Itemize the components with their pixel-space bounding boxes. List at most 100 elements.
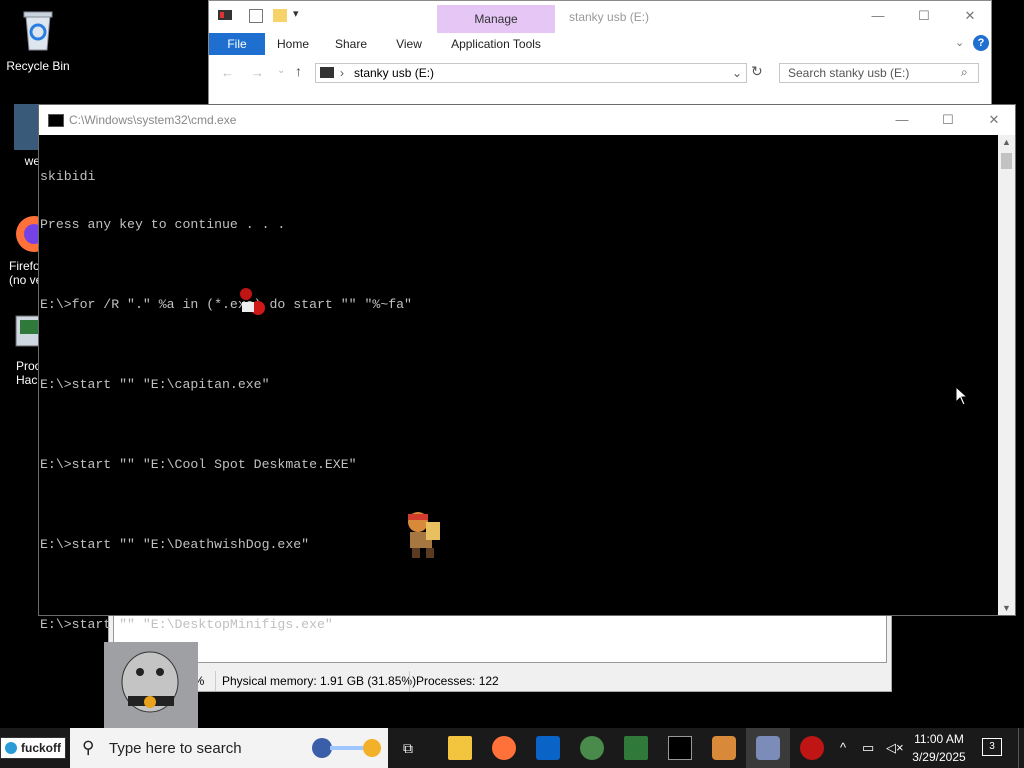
process-hacker-icon bbox=[15, 315, 40, 347]
desktop-icon-recycle-bin[interactable]: Recycle Bin bbox=[0, 8, 76, 73]
bulldog-icon bbox=[756, 736, 780, 760]
maximize-button[interactable]: ☐ bbox=[901, 1, 947, 31]
taskbar: fuckoff ⚲ Type here to search ⧉ ^ ▭ ◁× 1… bbox=[0, 728, 1024, 768]
vertical-scrollbar[interactable]: ▲ ▼ bbox=[998, 135, 1015, 615]
properties-icon[interactable] bbox=[249, 9, 263, 23]
explorer-titlebar[interactable]: ▾ Manage stanky usb (E:) — ☐ ✕ bbox=[209, 1, 991, 33]
firefox-icon bbox=[492, 736, 516, 760]
bulldog-deskmate-sprite[interactable] bbox=[104, 642, 198, 728]
up-arrow-icon[interactable]: ↑ bbox=[295, 63, 302, 79]
search-highlight-icon[interactable] bbox=[310, 736, 384, 760]
task-manager-statusbar: 6% Physical memory: 1.91 GB (31.85%) Pro… bbox=[109, 671, 891, 691]
show-desktop-button[interactable] bbox=[1018, 728, 1024, 768]
cmd-title: C:\Windows\system32\cmd.exe bbox=[69, 113, 237, 127]
usb-drive-icon bbox=[218, 10, 232, 20]
search-icon: ⚲ bbox=[82, 738, 95, 757]
scroll-up-icon[interactable]: ▲ bbox=[1002, 137, 1011, 147]
taskbar-app-capitan[interactable] bbox=[702, 728, 746, 768]
help-icon[interactable]: ? bbox=[973, 35, 989, 51]
clock-time: 11:00 AM bbox=[914, 732, 964, 746]
taskbar-app-outlook[interactable] bbox=[526, 728, 570, 768]
taskbar-app-red-devil[interactable] bbox=[790, 728, 834, 768]
explorer-title: stanky usb (E:) bbox=[569, 10, 650, 24]
taskbar-app-bulldog[interactable] bbox=[746, 728, 790, 768]
desktop-icon-label: we bbox=[24, 154, 40, 168]
capitan-sprite[interactable] bbox=[400, 508, 446, 560]
search-placeholder: Type here to search bbox=[109, 740, 242, 757]
tab-view[interactable]: View bbox=[389, 33, 429, 55]
desktop-icon-we[interactable]: we bbox=[0, 104, 40, 168]
folder-icon bbox=[448, 736, 472, 760]
tab-file[interactable]: File bbox=[209, 33, 265, 55]
desktop-icon-label: Recycle Bin bbox=[6, 59, 70, 73]
start-button[interactable]: fuckoff bbox=[0, 737, 66, 759]
tab-application-tools[interactable]: Application Tools bbox=[445, 33, 547, 55]
desktop-icon-label: Firefo (no ve bbox=[9, 259, 40, 287]
red-devil-icon bbox=[800, 736, 824, 760]
outlook-icon bbox=[536, 736, 560, 760]
maximize-button[interactable]: ☐ bbox=[925, 105, 971, 135]
console-line: E:\>start "" "E:\capitan.exe" bbox=[40, 377, 270, 392]
close-button[interactable]: ✕ bbox=[947, 1, 993, 31]
forward-arrow-icon[interactable]: → bbox=[251, 65, 264, 80]
console-line: skibidi bbox=[40, 169, 96, 184]
cmd-titlebar[interactable]: C:\Windows\system32\cmd.exe — ☐ ✕ bbox=[39, 105, 1015, 135]
ribbon-collapse-icon[interactable]: ⌄ bbox=[955, 36, 964, 49]
taskbar-clock[interactable]: 11:00 AM 3/29/2025 bbox=[910, 730, 968, 766]
ribbon-tabs: File Home Share View Application Tools ⌄… bbox=[209, 33, 991, 55]
scroll-down-icon[interactable]: ▼ bbox=[1002, 603, 1011, 613]
refresh-icon[interactable]: ↻ bbox=[751, 63, 763, 80]
taskbar-app-firefox[interactable] bbox=[482, 728, 526, 768]
desktop-icon-label: Proc Hack bbox=[16, 359, 40, 387]
volume-muted-icon[interactable]: ◁× bbox=[886, 740, 904, 756]
back-arrow-icon[interactable]: ← bbox=[221, 65, 234, 80]
start-logo-icon bbox=[5, 742, 17, 754]
usb-drive-icon bbox=[320, 67, 334, 78]
taskbar-app-monitor[interactable] bbox=[614, 728, 658, 768]
address-text: stanky usb (E:) bbox=[354, 66, 435, 80]
deathwish-dog-sprite[interactable] bbox=[232, 282, 270, 322]
tab-share[interactable]: Share bbox=[331, 33, 371, 55]
physical-memory: Physical memory: 1.91 GB (31.85%) bbox=[215, 671, 416, 691]
console-line: Press any key to continue . . . bbox=[40, 217, 286, 232]
manage-context-tab[interactable]: Manage bbox=[437, 5, 555, 33]
network-icon[interactable]: ▭ bbox=[862, 740, 874, 756]
taskbar-app-file-explorer[interactable] bbox=[438, 728, 482, 768]
notification-center-icon[interactable]: 3 bbox=[982, 738, 1002, 756]
cmd-window[interactable]: C:\Windows\system32\cmd.exe — ☐ ✕ skibid… bbox=[38, 104, 1016, 632]
address-dropdown-icon[interactable]: ⌄ bbox=[732, 64, 742, 82]
console-line: E:\>start "" "E:\DesktopMinifigs.exe" bbox=[40, 617, 333, 632]
desktop-icon-process-hacker[interactable]: Proc Hack bbox=[0, 312, 40, 387]
new-folder-icon[interactable] bbox=[273, 9, 287, 22]
breadcrumb-chevron-icon: › bbox=[340, 66, 344, 80]
task-view-icon: ⧉ bbox=[403, 740, 413, 756]
show-hidden-icons-chevron-icon[interactable]: ^ bbox=[840, 740, 846, 755]
clock-date: 3/29/2025 bbox=[912, 750, 966, 764]
recent-locations-icon[interactable]: ⌄ bbox=[277, 65, 285, 76]
taskbar-app-terminal[interactable] bbox=[658, 728, 702, 768]
start-button-label: fuckoff bbox=[21, 741, 61, 755]
console-line: E:\>start "" "E:\Cool Spot Deskmate.EXE" bbox=[40, 457, 357, 472]
process-hacker-icon bbox=[624, 736, 648, 760]
mouse-cursor-icon bbox=[955, 386, 969, 406]
scrollbar-thumb[interactable] bbox=[1001, 153, 1012, 169]
minimize-button[interactable]: — bbox=[879, 105, 925, 135]
close-button[interactable]: ✕ bbox=[971, 105, 1017, 135]
desktop-icon-firefox[interactable]: Firefo (no ve bbox=[0, 212, 40, 287]
process-count: Processes: 122 bbox=[409, 671, 499, 691]
firefox-icon bbox=[16, 216, 40, 252]
cmd-icon bbox=[48, 114, 64, 127]
tab-home[interactable]: Home bbox=[273, 33, 313, 55]
quick-access-dropdown-icon[interactable]: ▾ bbox=[293, 7, 299, 20]
recycle-bin-icon bbox=[23, 11, 53, 51]
taskbar-search-box[interactable]: ⚲ Type here to search bbox=[70, 728, 388, 768]
console-output[interactable]: skibidi Press any key to continue . . . … bbox=[39, 135, 998, 632]
notification-count: 3 bbox=[989, 741, 995, 752]
address-bar[interactable]: › stanky usb (E:) ⌄ bbox=[315, 63, 747, 83]
task-view-button[interactable]: ⧉ bbox=[390, 728, 434, 768]
taskbar-app-globe[interactable] bbox=[570, 728, 614, 768]
search-icon: ⌕ bbox=[961, 65, 968, 79]
explorer-search-input[interactable]: Search stanky usb (E:) bbox=[779, 63, 979, 83]
people-icon bbox=[14, 104, 38, 150]
minimize-button[interactable]: — bbox=[855, 1, 901, 31]
